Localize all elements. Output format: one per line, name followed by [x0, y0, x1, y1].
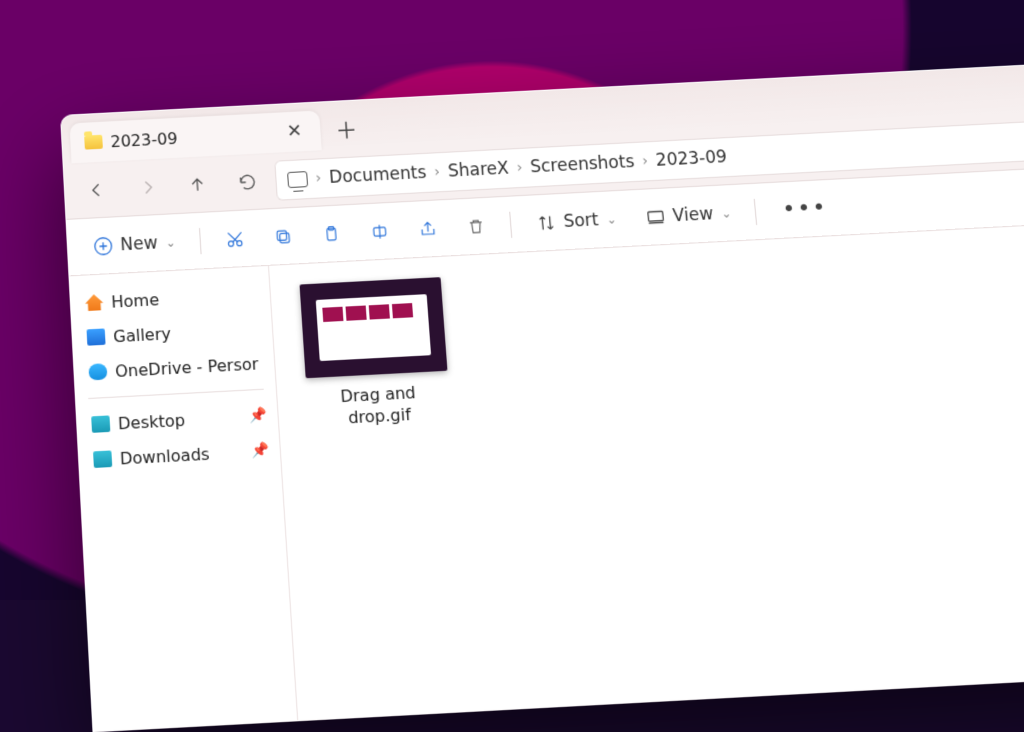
scissors-icon — [224, 227, 245, 250]
sidebar: Home Gallery OneDrive - Persor Desktop 📌 — [70, 266, 299, 731]
separator — [199, 227, 202, 253]
separator — [509, 211, 512, 237]
new-label: New — [120, 233, 158, 255]
sidebar-label: Desktop — [117, 410, 185, 433]
separator — [754, 198, 757, 224]
neowin-logo-icon — [856, 544, 890, 578]
plus-circle-icon — [92, 234, 115, 257]
gallery-icon — [87, 328, 106, 345]
separator — [88, 389, 264, 399]
trash-icon — [465, 215, 487, 238]
view-label: View — [672, 204, 714, 226]
delete-button[interactable] — [453, 205, 500, 248]
sort-icon — [535, 211, 559, 234]
nav-back-button[interactable] — [74, 168, 120, 210]
sort-label: Sort — [563, 210, 600, 232]
file-explorer-window: 2023-09 ✕ ＋ › Documents › ShareX — [60, 58, 1024, 732]
copy-button[interactable] — [260, 215, 307, 258]
file-name: Drag and drop.gif — [340, 383, 418, 430]
copy-icon — [273, 225, 295, 248]
chevron-down-icon: ⌄ — [721, 206, 732, 221]
chevron-down-icon: ⌄ — [165, 235, 176, 250]
chevron-right-icon: › — [434, 164, 441, 180]
home-icon — [85, 294, 104, 311]
watermark: Neowin — [856, 544, 996, 578]
arrow-right-icon — [137, 176, 158, 197]
nav-forward-button[interactable] — [124, 166, 170, 208]
pin-icon: 📌 — [251, 442, 270, 459]
breadcrumb-seg[interactable]: 2023-09 — [655, 147, 728, 171]
sidebar-label: Gallery — [113, 323, 172, 345]
tab-close-button[interactable]: ✕ — [280, 117, 310, 146]
sidebar-label: OneDrive - Persor — [115, 354, 259, 381]
arrow-up-icon — [187, 174, 208, 195]
sidebar-label: Downloads — [119, 444, 210, 468]
paste-button[interactable] — [308, 212, 355, 255]
new-tab-button[interactable]: ＋ — [325, 108, 368, 150]
chevron-down-icon: ⌄ — [606, 212, 617, 227]
folder-icon — [93, 450, 112, 468]
breadcrumb-seg[interactable]: Documents — [329, 162, 427, 187]
chevron-right-icon: › — [516, 159, 523, 175]
folder-icon — [91, 415, 110, 432]
arrow-left-icon — [87, 179, 108, 200]
file-thumbnail — [300, 277, 448, 378]
nav-refresh-button[interactable] — [224, 161, 271, 203]
view-icon — [644, 205, 668, 228]
clipboard-icon — [321, 222, 343, 245]
share-button[interactable] — [404, 207, 451, 250]
share-icon — [417, 217, 439, 240]
rename-icon — [369, 220, 391, 243]
breadcrumb-seg[interactable]: ShareX — [447, 158, 509, 181]
file-pane[interactable]: Drag and drop.gif — [269, 218, 1024, 720]
chevron-right-icon: › — [642, 153, 649, 169]
cut-button[interactable] — [212, 217, 259, 260]
this-pc-icon — [287, 171, 308, 188]
more-button[interactable]: ••• — [767, 194, 842, 223]
file-item[interactable]: Drag and drop.gif — [294, 277, 456, 432]
breadcrumb-seg[interactable]: Screenshots — [529, 151, 635, 176]
rename-button[interactable] — [356, 210, 403, 253]
nav-up-button[interactable] — [174, 163, 221, 205]
view-button[interactable]: View ⌄ — [631, 192, 745, 238]
chevron-right-icon: › — [315, 170, 322, 186]
tab-title: 2023-09 — [110, 128, 178, 150]
pin-icon: 📌 — [249, 407, 268, 424]
sort-button[interactable]: Sort ⌄ — [522, 198, 631, 244]
refresh-icon — [237, 171, 258, 192]
cloud-icon — [88, 363, 107, 380]
folder-icon — [84, 135, 103, 150]
watermark-text: Neowin — [900, 546, 996, 576]
new-button[interactable]: New ⌄ — [79, 221, 189, 267]
sidebar-label: Home — [111, 289, 160, 311]
